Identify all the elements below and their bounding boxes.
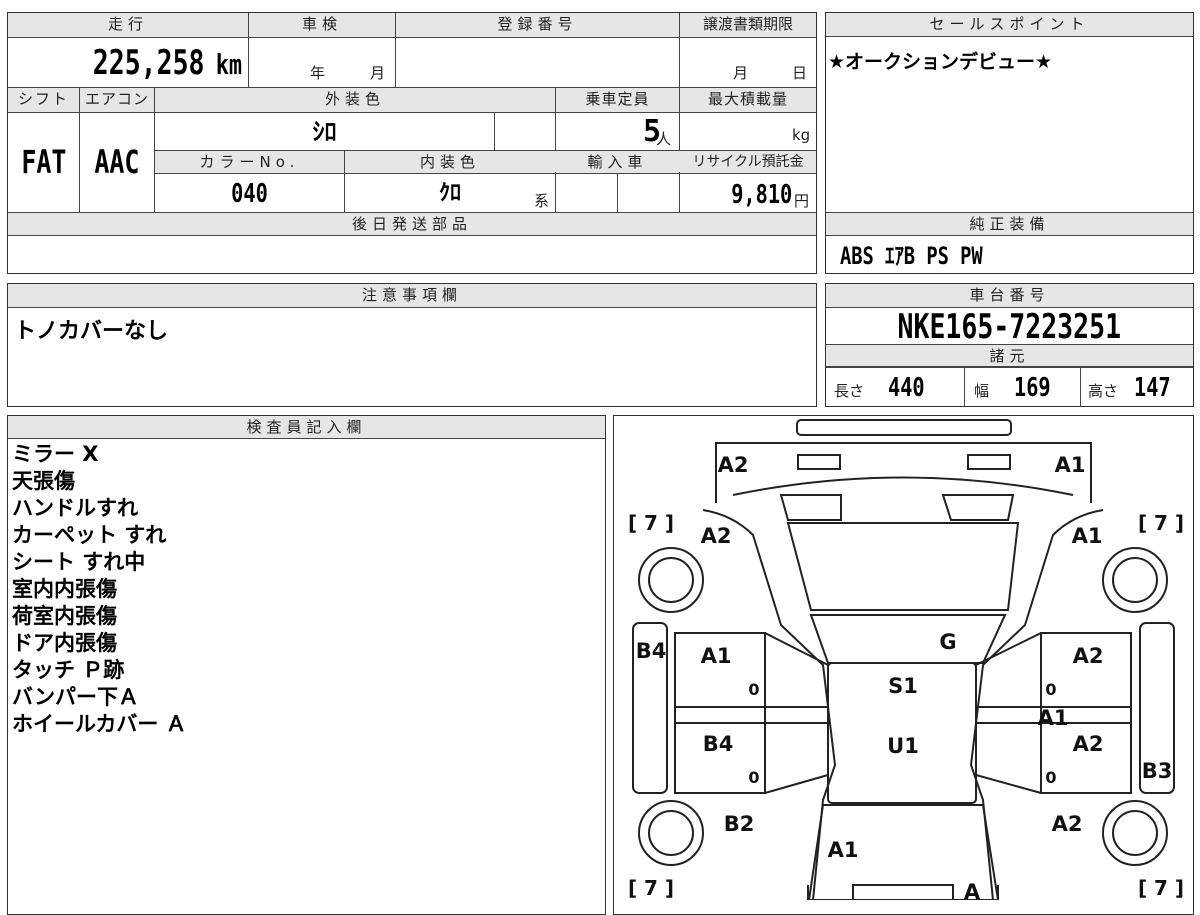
inspector-label: 検査員記入欄	[8, 416, 605, 439]
exterior-color-label: 外装色	[155, 88, 555, 112]
inspector-line: シート すれ中	[12, 550, 146, 574]
interior-color-suffix: 系	[534, 192, 550, 210]
code-sill-left: B4	[636, 639, 667, 663]
color-no-value: 040	[231, 179, 268, 209]
genuine-equipment-value: ABS ｴｱB PS PW	[840, 242, 983, 270]
shift-value: FAT	[20, 143, 67, 181]
code-rear-quarter-right: A1	[1072, 524, 1103, 548]
zero-mark: 0	[1045, 680, 1056, 699]
shift-label: シフト	[8, 88, 79, 112]
spec-width-value: 169	[1014, 373, 1051, 403]
later-parts-value	[8, 237, 816, 273]
notes-label: 注意事項欄	[8, 284, 816, 308]
zero-mark: 0	[748, 768, 759, 787]
inspector-line: ミラー X	[12, 442, 99, 466]
inspection-label: 車検	[249, 13, 395, 37]
tire-mark-rear-left: [ 7 ]	[628, 511, 674, 535]
code-roof: G	[939, 630, 956, 654]
recycle-fee-unit: 円	[794, 192, 810, 210]
code-rear-door-left: A1	[701, 644, 732, 668]
aircon-value: AAC	[94, 143, 140, 181]
code-hood-center: U1	[887, 734, 919, 758]
code-hood: A1	[828, 838, 859, 862]
transfer-deadline-label: 譲渡書類期限	[680, 13, 816, 37]
inspector-line: 室内内張傷	[12, 577, 117, 601]
spec-height-label: 高さ	[1088, 382, 1119, 400]
max-load-label: 最大積載量	[680, 88, 816, 112]
later-parts-label: 後日発送部品	[8, 213, 816, 236]
spec-width-label: 幅	[974, 382, 990, 400]
max-load-unit: kg	[792, 126, 811, 144]
tire-mark-rear-right: [ 7 ]	[1138, 511, 1184, 535]
code-front-door-right: A2	[1073, 732, 1104, 756]
capacity-label: 乗車定員	[556, 88, 679, 112]
inspector-line: バンパー下Ａ	[12, 685, 140, 709]
mileage-value: 225,258 km	[92, 43, 243, 83]
chassis-number-value: NKE165-7223251	[897, 307, 1122, 347]
tire-mark-front-left: [ 7 ]	[628, 876, 674, 900]
inspector-line: ドア内張傷	[12, 631, 117, 655]
registration-value	[398, 40, 678, 86]
import-label: 輸入車	[556, 151, 679, 173]
notes-text: トノカバーなし	[14, 319, 169, 344]
tire-mark-front-right: [ 7 ]	[1138, 876, 1184, 900]
capacity-value: 5	[642, 114, 661, 149]
spec-length-value: 440	[888, 373, 925, 403]
inspector-notes: ミラー X 天張傷 ハンドルすれ カーペット すれ シート すれ中 室内内張傷 …	[12, 441, 187, 738]
code-front-bumper: A	[964, 880, 981, 900]
spec-height-value: 147	[1134, 373, 1171, 403]
inspector-line: カーペット すれ	[12, 523, 167, 547]
code-front-fender-left: B2	[724, 812, 755, 836]
interior-color-value: ｸﾛ	[438, 181, 461, 206]
capacity-unit: 人	[656, 130, 672, 148]
recycle-fee-value: 9,810	[730, 180, 792, 210]
inspector-line: ホイールカバー Ａ	[12, 712, 187, 736]
chassis-number-label: 車台番号	[826, 284, 1193, 308]
code-rear-left: A2	[718, 453, 749, 477]
zero-mark: 0	[1045, 768, 1056, 787]
transfer-day-unit: 日	[792, 64, 808, 82]
interior-color-label: 内装色	[345, 151, 555, 173]
sales-point-label: セールスポイント	[826, 13, 1193, 37]
code-front-fender-right: A2	[1052, 812, 1083, 836]
spec-length-label: 長さ	[834, 382, 865, 400]
code-mid-right: A1	[1038, 706, 1069, 730]
inspection-year-unit: 年	[310, 64, 326, 82]
sales-point-text: ★オークションデビュー★	[828, 51, 1053, 73]
recycle-fee-label: リサイクル預託金	[680, 151, 816, 173]
code-rear-right: A1	[1055, 453, 1086, 477]
aircon-label: エアコン	[80, 88, 154, 112]
zero-mark: 0	[748, 680, 759, 699]
code-roof-center: S1	[888, 674, 918, 698]
color-no-label: カラーNo.	[155, 151, 344, 173]
car-diagram: A2 A1 A2 A1 G A1 A2 B4 B3 S1 U1 A1 B4 A2…	[628, 419, 1184, 900]
transfer-month-unit: 月	[733, 64, 749, 82]
inspector-line: 荷室内張傷	[12, 604, 117, 628]
inspector-line: 天張傷	[12, 469, 75, 493]
code-rear-quarter-left: A2	[701, 524, 732, 548]
code-rear-door-right: A2	[1073, 644, 1104, 668]
registration-label: 登録番号	[396, 13, 679, 37]
code-front-door-left: B4	[703, 732, 734, 756]
specs-label: 諸元	[826, 345, 1193, 367]
inspector-line: タッチ Ｐ跡	[12, 658, 125, 682]
code-sill-right: B3	[1142, 759, 1173, 783]
inspector-line: ハンドルすれ	[12, 496, 138, 520]
max-load-value	[680, 112, 790, 150]
genuine-equipment-label: 純正装備	[826, 213, 1193, 236]
mileage-label: 走行	[8, 13, 248, 37]
exterior-color-value: ｼﾛ	[312, 118, 337, 146]
inspection-month-unit: 月	[370, 64, 386, 82]
